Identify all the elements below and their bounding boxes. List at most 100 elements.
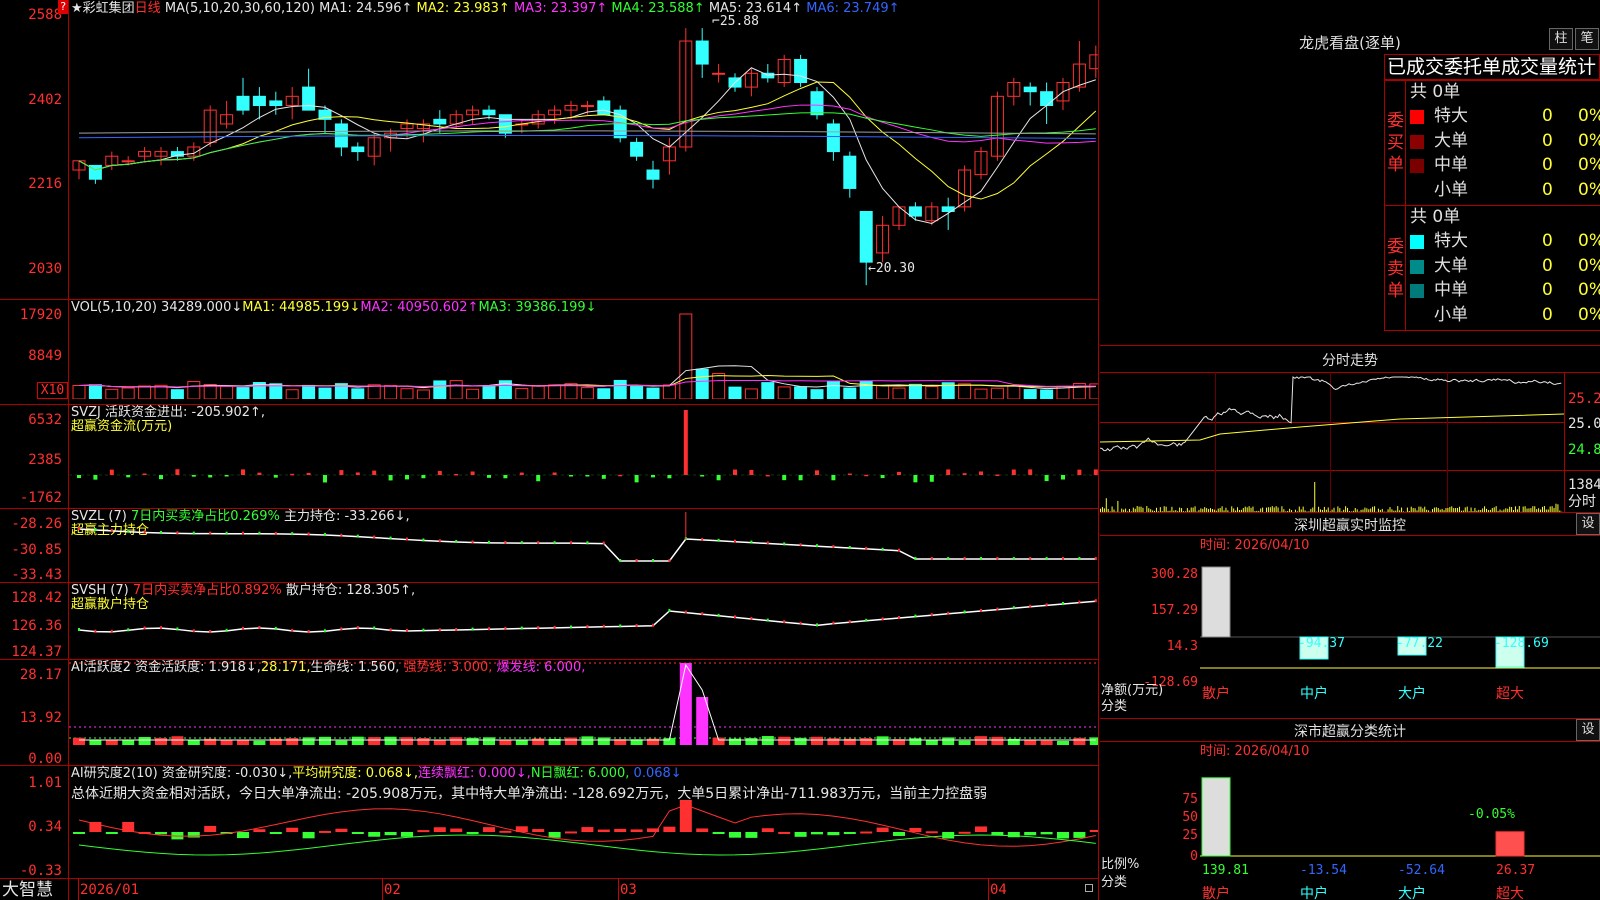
position-dot [373, 626, 376, 630]
research-bar [843, 832, 856, 834]
pen-view-button[interactable]: 笔 [1575, 28, 1599, 50]
ma5-line [78, 67, 1096, 224]
activity-bar [597, 737, 610, 745]
candle-body [121, 160, 135, 163]
classify-axis-label: 25 [1182, 828, 1198, 843]
research-bar [368, 832, 381, 837]
svzl-axis-label: -30.85 [11, 542, 62, 558]
research-bar [1089, 829, 1098, 832]
position-dot [274, 531, 277, 535]
position-dot [110, 528, 113, 532]
legend-swatch [1410, 259, 1424, 274]
ai-active-axis-label: 28.17 [19, 667, 62, 683]
svzj-axis-label: 6532 [28, 412, 62, 428]
activity-bar [122, 740, 135, 745]
volume-bar [679, 313, 693, 399]
fund-flow-bar [93, 475, 98, 480]
order-type: 中单 [1434, 155, 1468, 175]
position-dot [717, 538, 720, 542]
position-dot [537, 626, 540, 630]
volume-bar [548, 384, 562, 399]
position-dot [455, 539, 458, 543]
date-label: 2026/01 [80, 882, 140, 898]
help-icon[interactable]: ? [58, 0, 68, 14]
research-bar [745, 832, 758, 838]
legend-swatch [1410, 134, 1424, 149]
fund-flow-bar [208, 475, 213, 478]
activity-bar [761, 736, 774, 745]
order-type: 特大 [1434, 231, 1468, 251]
bar-view-button[interactable]: 柱 [1549, 28, 1573, 50]
intraday-axis-label: 25.02 [1568, 416, 1600, 432]
position-dot [816, 623, 818, 627]
intraday-chart[interactable] [1100, 372, 1564, 512]
fund-flow-bar [536, 475, 541, 482]
intraday-avg-line [1100, 413, 1564, 443]
lock-icon[interactable] [1085, 884, 1093, 892]
volume-bar [482, 385, 496, 399]
kline-chart[interactable] [69, 18, 1098, 299]
volume-bar [712, 373, 726, 399]
classify-axis-label: 75 [1182, 792, 1198, 807]
ai-active-chart [69, 662, 1098, 745]
candle-body [712, 72, 726, 75]
intraday-vol-label: 分时 [1568, 494, 1596, 510]
volume-bar [138, 385, 152, 399]
volume-bar [826, 380, 840, 399]
position-dot [799, 621, 802, 625]
position-dot [668, 609, 671, 612]
position-dot [455, 627, 458, 631]
fund-flow-bar [782, 475, 787, 481]
volume-multiplier[interactable]: X10 [37, 382, 68, 399]
position-dot [963, 557, 966, 560]
position-dot [537, 541, 540, 545]
research-bar [187, 832, 200, 838]
ai-active-axis-label: 0.00 [28, 751, 62, 767]
monitor-xlabel: 分类 [1101, 699, 1128, 714]
stock-name[interactable]: ★彩虹集团 [71, 1, 135, 16]
activity-bar [450, 737, 463, 745]
brand-logo[interactable]: 大智慧 [2, 880, 53, 900]
research-bar [630, 829, 643, 832]
volume-bar [1023, 389, 1037, 399]
order-count: 0 [1542, 255, 1553, 276]
activity-bar [1057, 740, 1069, 745]
position-dot [684, 610, 687, 614]
monitor-title: 深圳超赢实时监控 [1294, 518, 1406, 534]
fund-flow-bar [979, 471, 983, 475]
research-bar [778, 831, 791, 834]
fund-flow-bar [601, 475, 606, 479]
intraday-vol-bar [1314, 482, 1316, 512]
fund-flow-bar [126, 475, 131, 478]
fund-flow-bar [585, 475, 590, 477]
ma4-value: MA4: 23.588↑ [611, 1, 705, 16]
activity-bar [1073, 737, 1086, 745]
research-bar [696, 828, 709, 832]
period-label[interactable]: 日线 [135, 1, 161, 16]
position-dot [652, 623, 654, 627]
ai-research-title: AI研究度2(10) 资金研究度: -0.030↓,平均研究度: 0.068↓,… [71, 766, 682, 781]
classify-settings-button[interactable]: 设 [1576, 719, 1600, 741]
fund-flow-bar [651, 475, 655, 478]
classify-extra-label: -0.05% [1468, 807, 1515, 822]
volume-bar [892, 387, 906, 399]
panel-divider [0, 878, 1098, 879]
candle-body [482, 109, 496, 116]
fund-flow-bar [946, 469, 951, 475]
activity-bar [909, 738, 922, 745]
activity-bar [565, 737, 577, 745]
order-pct: 0% [1578, 304, 1600, 325]
research-bar [925, 831, 938, 834]
research-bar [302, 832, 315, 839]
fund-flow-bar [1061, 475, 1065, 480]
research-bar [351, 832, 364, 834]
monitor-settings-button[interactable]: 设 [1576, 513, 1600, 535]
monitor-ylabel: 净额(万元) [1101, 683, 1164, 698]
research-bar [204, 825, 217, 832]
order-stats-tabs[interactable]: 已成交委托单成交量统计 [1384, 54, 1600, 80]
fund-flow-bar [733, 469, 737, 475]
fund-flow-bar [847, 473, 852, 476]
position-dot [324, 629, 326, 633]
research-bar [663, 826, 676, 832]
fund-flow-bar [142, 473, 147, 475]
